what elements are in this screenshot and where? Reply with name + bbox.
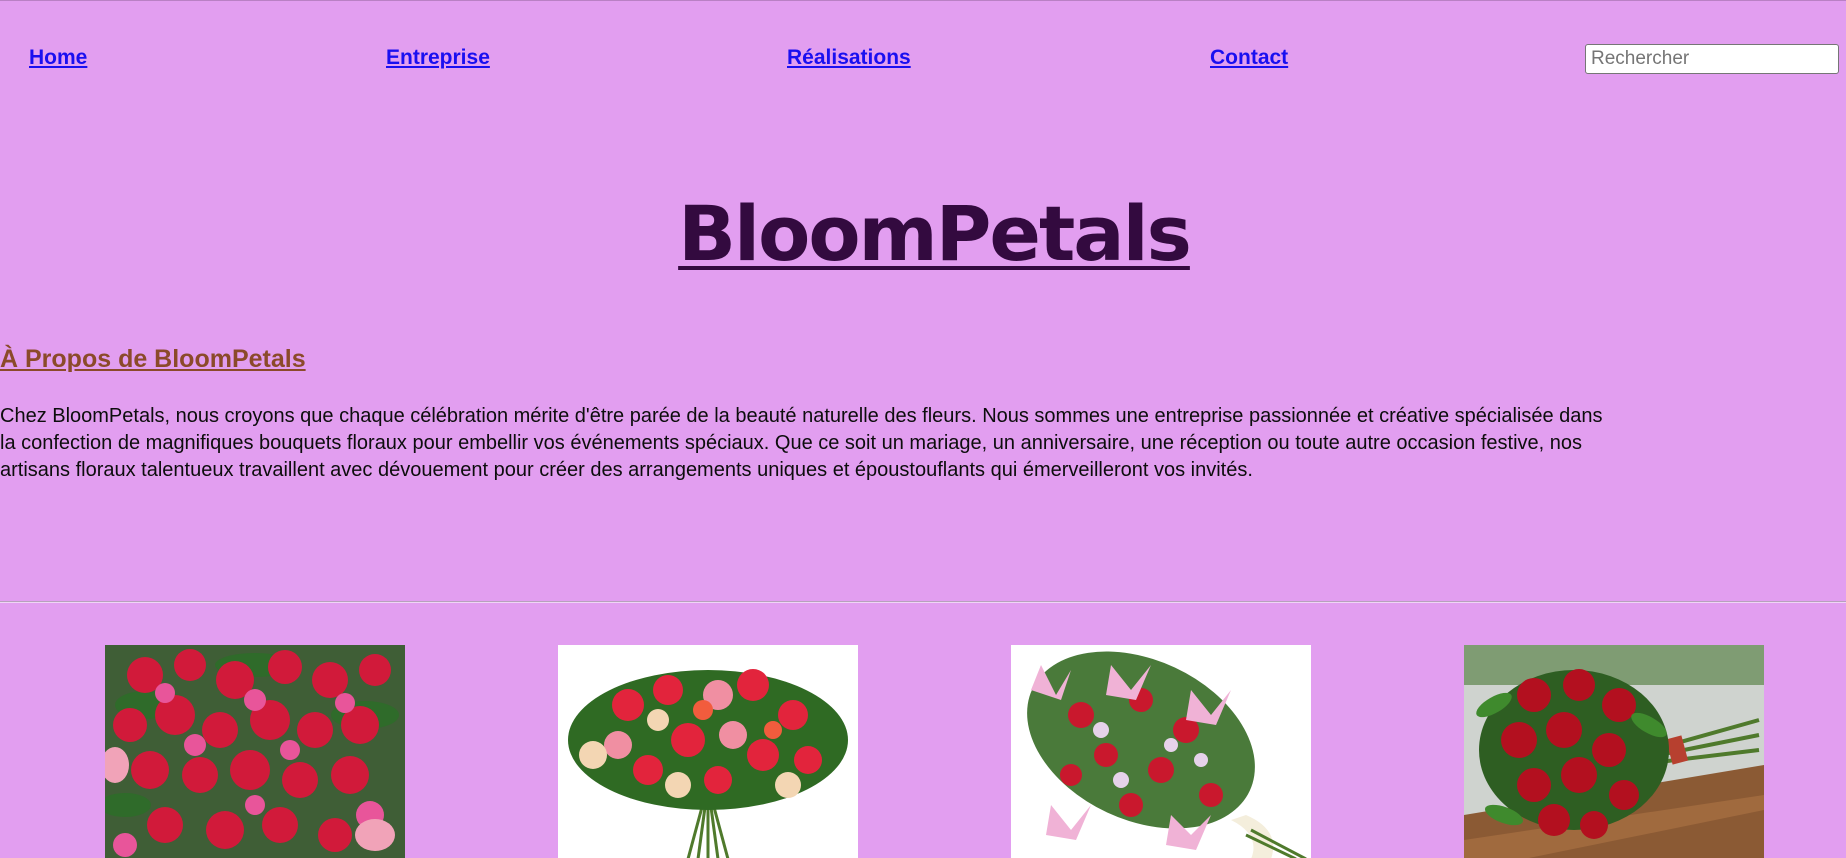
nav-entreprise-link[interactable]: Entreprise (386, 46, 490, 70)
bouquet-lilies-roses-image (1011, 645, 1311, 858)
bouquet-mixed-roses-image (558, 645, 858, 858)
about-line: Chez BloomPetals, nous croyons que chaqu… (0, 405, 1603, 427)
bouquet-red-roses-wood-table-image (1464, 645, 1764, 858)
nav-home-link[interactable]: Home (29, 46, 87, 70)
nav-contact-link[interactable]: Contact (1210, 46, 1288, 70)
about-paragraph: Chez BloomPetals, nous croyons que chaqu… (0, 403, 1846, 484)
search-input[interactable] (1585, 44, 1839, 74)
bouquet-red-pink-roses-image (105, 645, 405, 858)
section-divider (0, 601, 1846, 603)
about-line: artisans floraux talentueux travaillent … (0, 459, 1253, 481)
about-heading: À Propos de BloomPetals (0, 345, 306, 373)
site-title: BloomPetals (678, 189, 1192, 278)
about-line: la confection de magnifiques bouquets fl… (0, 432, 1583, 454)
nav-realisations-link[interactable]: Réalisations (787, 46, 911, 70)
